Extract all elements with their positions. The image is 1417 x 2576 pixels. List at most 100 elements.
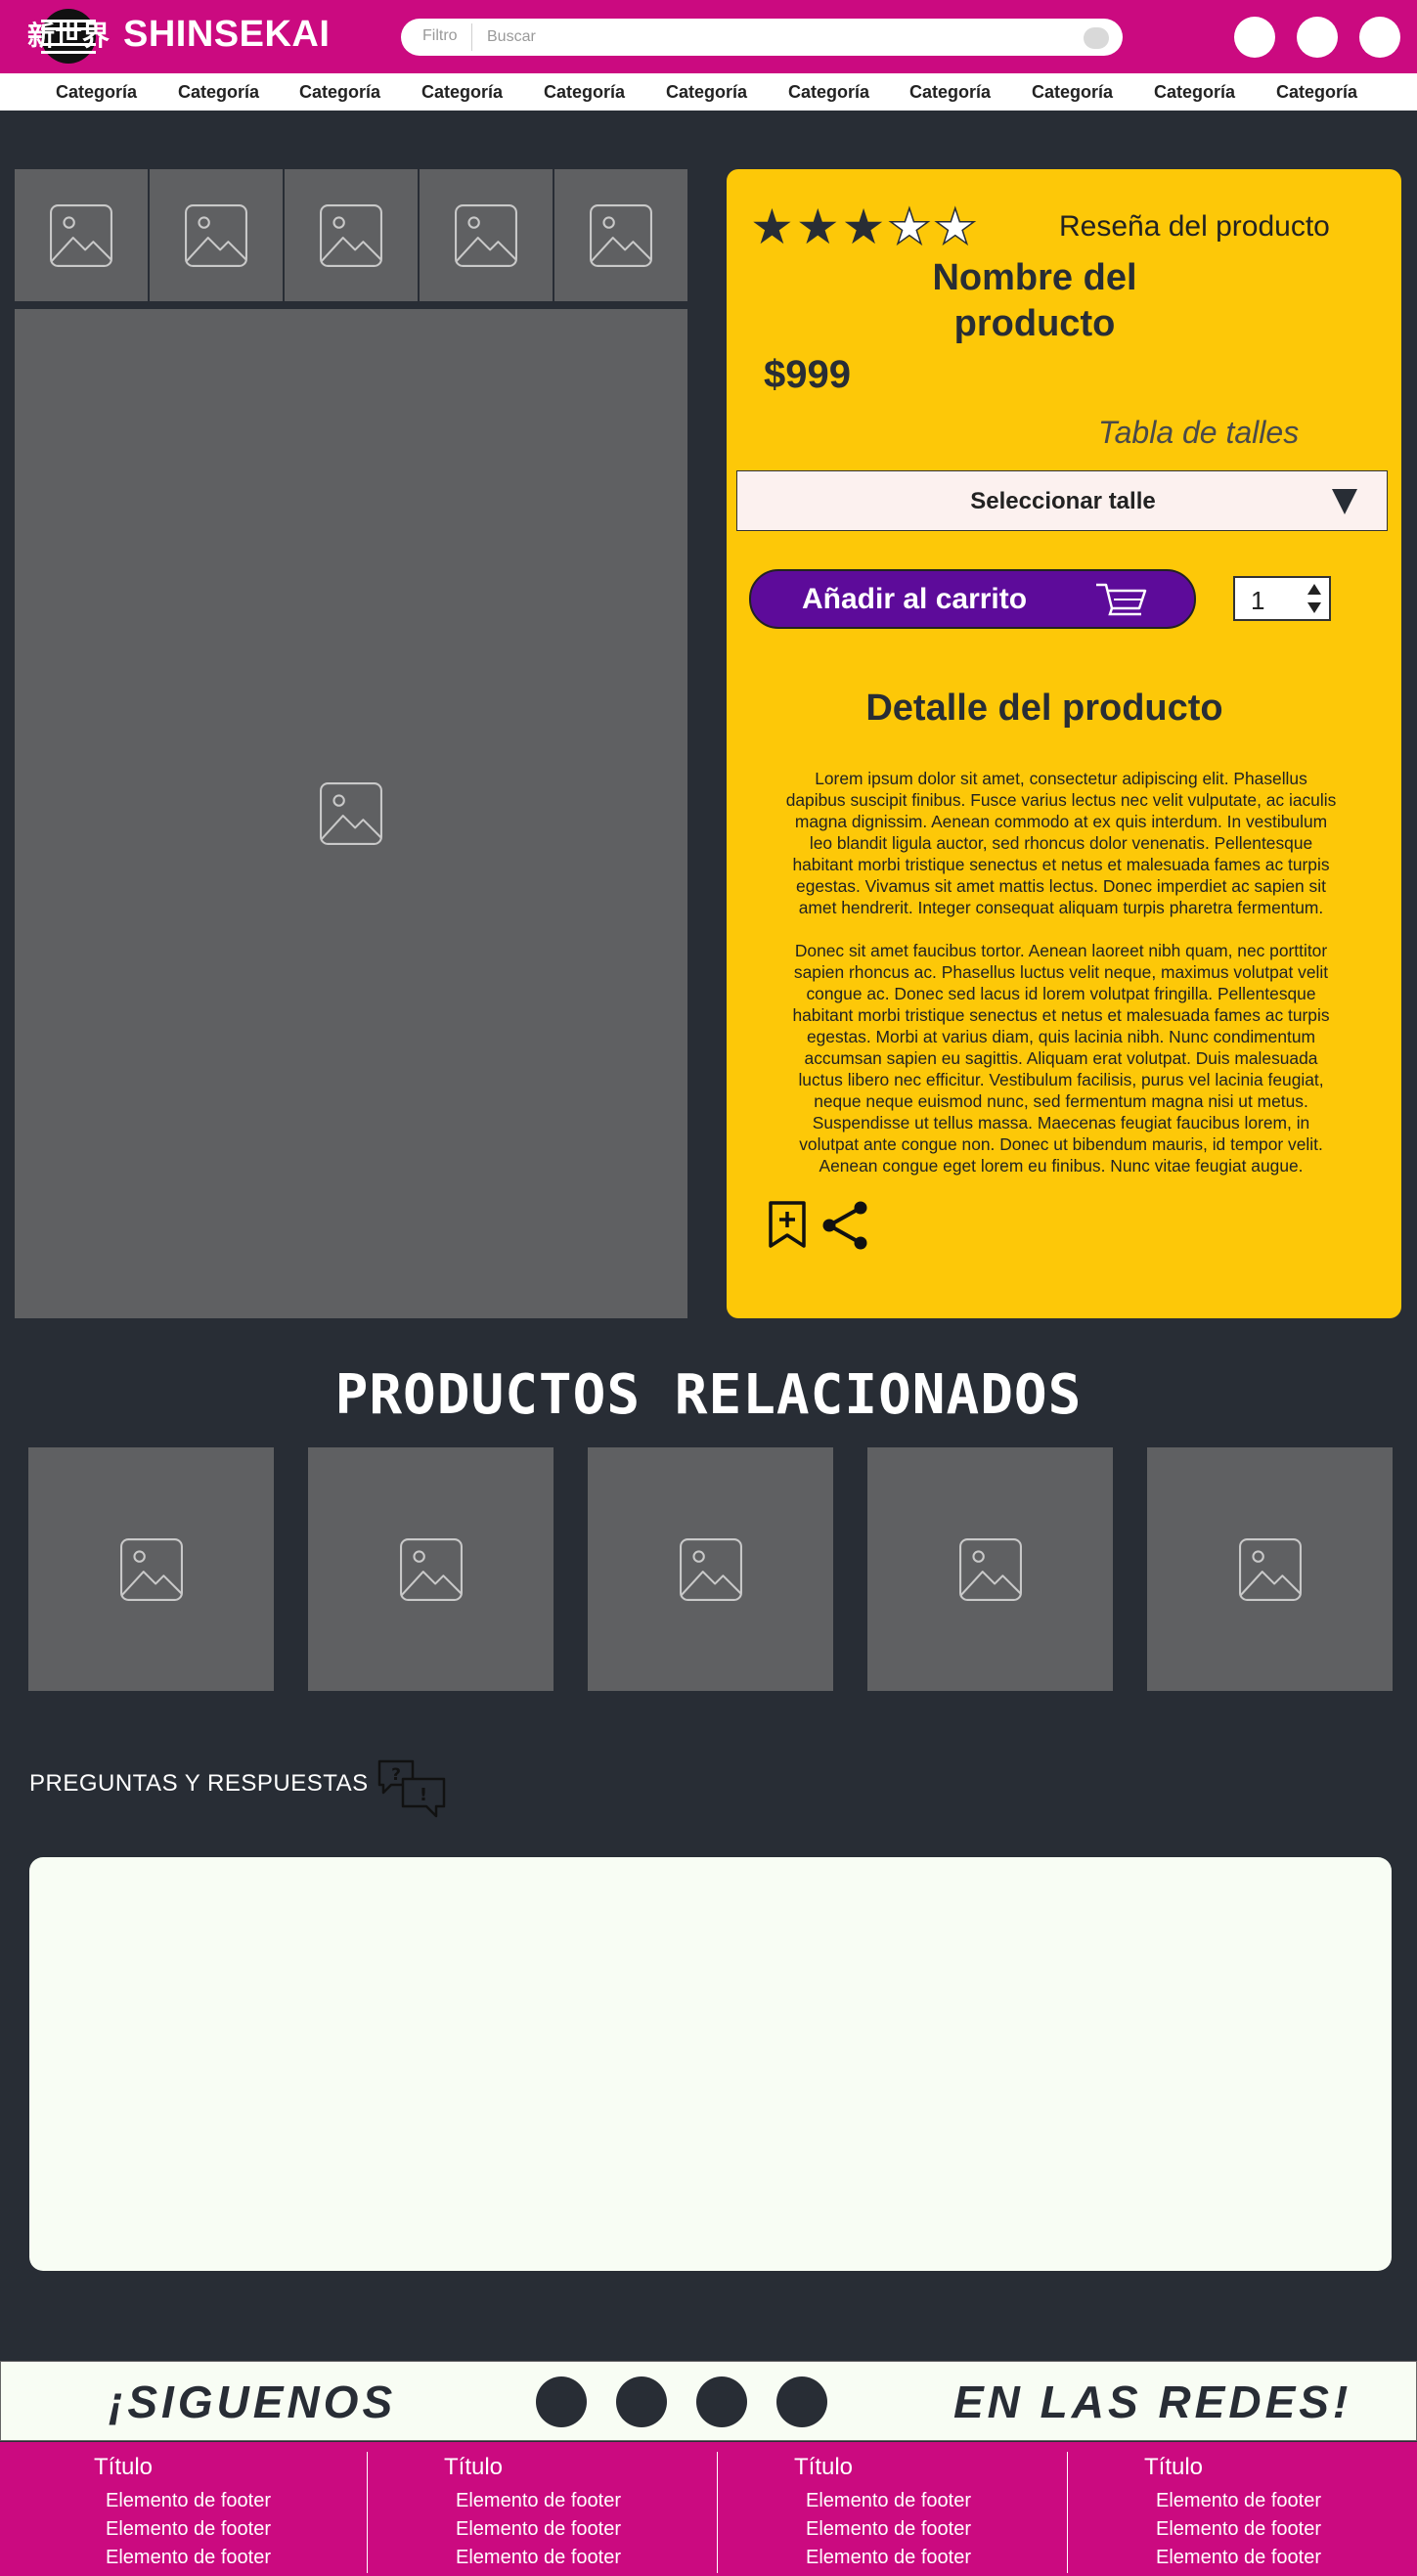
category-link[interactable]: Categoría [909, 82, 991, 103]
product-thumbnail[interactable] [285, 169, 418, 301]
product-thumbnail[interactable] [15, 169, 148, 301]
product-main-image[interactable] [15, 309, 687, 1318]
footer-link[interactable]: Elemento de footer [1156, 2487, 1321, 2515]
category-link[interactable]: Categoría [544, 82, 625, 103]
footer-column-title: Título [94, 2454, 154, 2480]
description-line: neque neque euismod nunc, sed fermentum … [814, 1091, 1308, 1111]
product-thumbnail[interactable] [150, 169, 283, 301]
social-link[interactable] [616, 2376, 667, 2427]
logo-text[interactable]: SHINSEKAI [123, 14, 330, 56]
description-line: dapibus suscipit finibus. Fusce varius l… [785, 790, 1337, 810]
star-icon[interactable]: ★ [796, 200, 842, 254]
footer-column: Título Elemento de footer Elemento de fo… [444, 2454, 621, 2572]
image-placeholder-icon [399, 1537, 463, 1601]
add-to-cart-button[interactable]: Añadir al carrito [749, 569, 1196, 629]
share-icon[interactable] [819, 1200, 872, 1251]
description-line: Lorem ipsum dolor sit amet, consectetur … [815, 769, 1307, 788]
detail-title: Detalle del producto [865, 688, 1223, 729]
review-link[interactable]: Reseña del producto [1059, 210, 1330, 244]
star-icon[interactable]: ★ [842, 200, 888, 254]
description-line: magna dignissim. Aenean commodo at ex qu… [794, 812, 1328, 831]
image-placeholder-icon [119, 1537, 183, 1601]
search-divider [471, 23, 472, 51]
footer-column-title: Título [1144, 2454, 1204, 2480]
rating-stars[interactable]: ★★★★★ [750, 200, 979, 254]
social-title-right: EN LAS REDES! [953, 2376, 1352, 2427]
footer-link[interactable]: Elemento de footer [106, 2487, 271, 2515]
product-name-line: producto [953, 303, 1116, 344]
description-line: Aenean congue eget lorem eu finibus. Nun… [819, 1156, 1304, 1176]
description-line: luctus libero nec efficitur. Vestibulum … [798, 1070, 1324, 1089]
category-link[interactable]: Categoría [56, 82, 137, 103]
social-link[interactable] [536, 2376, 587, 2427]
category-link[interactable]: Categoría [666, 82, 747, 103]
star-icon[interactable]: ★ [887, 200, 933, 254]
qa-content-box[interactable] [29, 1857, 1392, 2271]
footer-divider [1067, 2452, 1068, 2573]
size-table-link[interactable]: Tabla de talles [1098, 415, 1299, 451]
quantity-increase[interactable] [1307, 584, 1321, 595]
cart-icon [1096, 583, 1147, 616]
image-placeholder-icon [590, 203, 652, 267]
bookmark-add-icon[interactable] [767, 1200, 808, 1249]
social-title-left: ¡SIGUENOS [109, 2376, 397, 2427]
footer-divider [717, 2452, 718, 2573]
qa-chat-icon: ? ! [377, 1759, 446, 1818]
category-link[interactable]: Categoría [1154, 82, 1235, 103]
footer-link[interactable]: Elemento de footer [106, 2544, 271, 2572]
footer-link[interactable]: Elemento de footer [1156, 2515, 1321, 2544]
image-placeholder-icon [50, 203, 112, 267]
related-product-card[interactable] [867, 1447, 1113, 1691]
quantity-decrease[interactable] [1307, 602, 1321, 613]
image-placeholder-icon [1238, 1537, 1302, 1601]
category-link[interactable]: Categoría [421, 82, 503, 103]
header-icon-button-1[interactable] [1234, 17, 1275, 58]
category-link[interactable]: Categoría [299, 82, 380, 103]
footer-link[interactable]: Elemento de footer [806, 2487, 971, 2515]
footer-link[interactable]: Elemento de footer [1156, 2544, 1321, 2572]
size-select[interactable]: Seleccionar talle [736, 470, 1388, 531]
image-placeholder-icon [679, 1537, 742, 1601]
footer-column-title: Título [794, 2454, 854, 2480]
product-thumbnail[interactable] [420, 169, 553, 301]
search-input[interactable] [487, 22, 1035, 52]
logo-kanji: 新世界 [27, 20, 110, 52]
social-link[interactable] [776, 2376, 827, 2427]
quantity-stepper[interactable]: 1 [1233, 576, 1331, 621]
footer-divider [367, 2452, 368, 2573]
footer-link[interactable]: Elemento de footer [456, 2515, 621, 2544]
size-select-label: Seleccionar talle [970, 488, 1156, 514]
header-icon-button-2[interactable] [1297, 17, 1338, 58]
footer-link[interactable]: Elemento de footer [106, 2515, 271, 2544]
category-link[interactable]: Categoría [178, 82, 259, 103]
category-link[interactable]: Categoría [788, 82, 869, 103]
description-paragraph: Lorem ipsum dolor sit amet, consectetur … [748, 768, 1374, 918]
footer-link[interactable]: Elemento de footer [806, 2544, 971, 2572]
related-product-card[interactable] [1147, 1447, 1393, 1691]
footer: Título Elemento de footer Elemento de fo… [0, 2442, 1417, 2576]
related-product-card[interactable] [28, 1447, 274, 1691]
star-icon[interactable]: ★ [750, 200, 796, 254]
related-product-card[interactable] [308, 1447, 554, 1691]
product-thumbnail[interactable] [554, 169, 687, 301]
product-price: $999 [764, 353, 851, 396]
star-icon[interactable]: ★ [933, 200, 979, 254]
search-icon[interactable] [1084, 27, 1109, 49]
footer-link[interactable]: Elemento de footer [806, 2515, 971, 2544]
logo-icon[interactable]: 新世界 [25, 8, 111, 65]
svg-text:?: ? [391, 1765, 401, 1785]
description-line: amet hendrerit. Integer consequat aliqua… [798, 898, 1324, 917]
social-link[interactable] [696, 2376, 747, 2427]
footer-link[interactable]: Elemento de footer [456, 2487, 621, 2515]
svg-text:!: ! [420, 1785, 427, 1805]
filter-dropdown[interactable]: Filtro [422, 27, 458, 45]
related-product-card[interactable] [588, 1447, 833, 1691]
image-placeholder-icon [320, 782, 382, 845]
product-name-line: Nombre del [932, 257, 1137, 298]
description-line: egestas. Vivamus sit amet mattis lectus.… [796, 876, 1326, 896]
description-line: egestas. Morbi at varius diam, quis laci… [806, 1027, 1316, 1046]
header-icon-button-3[interactable] [1359, 17, 1400, 58]
footer-link[interactable]: Elemento de footer [456, 2544, 621, 2572]
category-link[interactable]: Categoría [1032, 82, 1113, 103]
category-link[interactable]: Categoría [1276, 82, 1357, 103]
